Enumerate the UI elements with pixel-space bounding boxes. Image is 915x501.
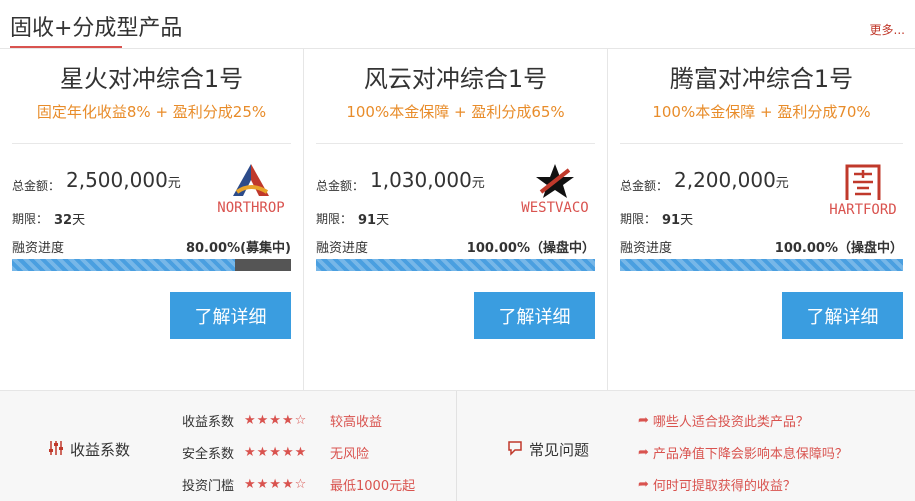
progress-value: 80.00%(募集中) [185, 241, 291, 256]
coefficient-desc: 较高收益 [330, 414, 383, 430]
divider [12, 143, 291, 144]
section-title: 固收+分成型产品 [10, 16, 183, 41]
term-label: 期限： [316, 212, 353, 226]
faq-list: ➦ 哪些人适合投资此类产品？ ➦ 产品净值下降会影响本息保障吗？ ➦ 何时可提取获得的… [638, 404, 848, 500]
amount-value: 2,500,000元 [66, 168, 181, 192]
divider [316, 143, 595, 144]
term-value: 32天 [54, 213, 86, 228]
faq-heading: 常见问题 [507, 439, 589, 460]
product-return-summary: 100%本金保障 + 盈利分成65% [346, 103, 565, 121]
star-rating: ★★★★☆ [244, 476, 308, 492]
company-logo: NORTHROP [211, 162, 291, 224]
northrop-logo-icon [233, 164, 269, 196]
product-return-summary: 100%本金保障 + 盈利分成70% [652, 103, 871, 121]
company-logo: HARTFORD [823, 162, 903, 224]
westvaco-star-icon [536, 164, 574, 198]
term-label: 期限： [620, 212, 657, 226]
coefficient-desc: 无风险 [330, 446, 370, 462]
logo-text: HARTFORD [829, 202, 897, 218]
logo-text: NORTHROP [217, 200, 285, 216]
progress-fill [620, 259, 903, 271]
term-value: 91天 [662, 213, 694, 228]
progress-bar [316, 259, 595, 271]
progress-fill [12, 259, 236, 271]
coefficient-heading: 收益系数 [48, 439, 130, 460]
amount-value: 1,030,000元 [370, 168, 485, 192]
coefficient-row: 收益系数 ★★★★☆ 较高收益 [182, 404, 415, 436]
progress-bar [12, 259, 291, 271]
coefficient-label: 安全系数 [182, 446, 235, 462]
info-footer: 收益系数 收益系数 ★★★★☆ 较高收益 安全系数 ★★★★★ 无风险 投资门槛… [0, 390, 915, 501]
coefficient-row: 安全系数 ★★★★★ 无风险 [182, 436, 415, 468]
coefficient-desc: 最低1000元起 [330, 478, 416, 494]
amount-label: 总金额： [316, 179, 365, 193]
hartford-logo-icon [845, 164, 881, 200]
progress-value: 100.00%（操盘中） [466, 241, 595, 256]
sliders-icon [48, 440, 64, 460]
coefficient-label: 投资门槛 [182, 478, 235, 494]
share-arrow-icon: ➦ [638, 444, 649, 460]
details-button[interactable]: 了解详细 [782, 292, 903, 339]
share-arrow-icon: ➦ [638, 476, 649, 492]
product-cards: 星火对冲综合1号 固定年化收益8% + 盈利分成25% 总金额： 2,500,0… [0, 49, 915, 390]
progress-label: 融资进度 [316, 241, 369, 256]
product-name[interactable]: 星火对冲综合1号 [0, 59, 303, 94]
company-logo: WESTVACO [515, 162, 595, 224]
product-card: 风云对冲综合1号 100%本金保障 + 盈利分成65% 总金额： 1,030,0… [304, 49, 608, 390]
faq-link[interactable]: ➦ 何时可提取获得的收益？ [638, 468, 848, 500]
star-rating: ★★★★☆ [244, 412, 308, 428]
amount-value: 2,200,000元 [674, 168, 789, 192]
section-header: 固收+分成型产品 更多... [0, 0, 915, 49]
coefficient-row: 投资门槛 ★★★★☆ 最低1000元起 [182, 468, 415, 500]
progress-label: 融资进度 [620, 241, 673, 256]
title-underline [10, 46, 122, 48]
progress-label: 融资进度 [12, 241, 65, 256]
details-button[interactable]: 了解详细 [170, 292, 291, 339]
product-return-summary: 固定年化收益8% + 盈利分成25% [36, 103, 267, 121]
product-card: 腾富对冲综合1号 100%本金保障 + 盈利分成70% 总金额： 2,200,0… [608, 49, 915, 390]
amount-label: 总金额： [12, 179, 61, 193]
divider [620, 143, 903, 144]
coefficient-panel: 收益系数 收益系数 ★★★★☆ 较高收益 安全系数 ★★★★★ 无风险 投资门槛… [0, 391, 457, 501]
details-button[interactable]: 了解详细 [474, 292, 595, 339]
faq-link[interactable]: ➦ 产品净值下降会影响本息保障吗？ [638, 436, 848, 468]
coefficient-label: 收益系数 [182, 414, 235, 430]
faq-icon [507, 440, 523, 460]
product-card: 星火对冲综合1号 固定年化收益8% + 盈利分成25% 总金额： 2,500,0… [0, 49, 304, 390]
term-label: 期限： [12, 212, 49, 226]
faq-link[interactable]: ➦ 哪些人适合投资此类产品？ [638, 404, 848, 436]
coefficient-rows: 收益系数 ★★★★☆ 较高收益 安全系数 ★★★★★ 无风险 投资门槛 ★★★★… [182, 404, 415, 500]
progress-bar [620, 259, 903, 271]
product-name[interactable]: 风云对冲综合1号 [304, 59, 607, 94]
progress-value: 100.00%（操盘中） [774, 241, 903, 256]
logo-text: WESTVACO [521, 200, 589, 216]
progress-fill [316, 259, 595, 271]
amount-label: 总金额： [620, 179, 669, 193]
product-name[interactable]: 腾富对冲综合1号 [608, 59, 915, 94]
share-arrow-icon: ➦ [638, 412, 649, 428]
more-link[interactable]: 更多... [870, 21, 905, 38]
term-value: 91天 [358, 213, 390, 228]
star-rating: ★★★★★ [244, 444, 308, 460]
